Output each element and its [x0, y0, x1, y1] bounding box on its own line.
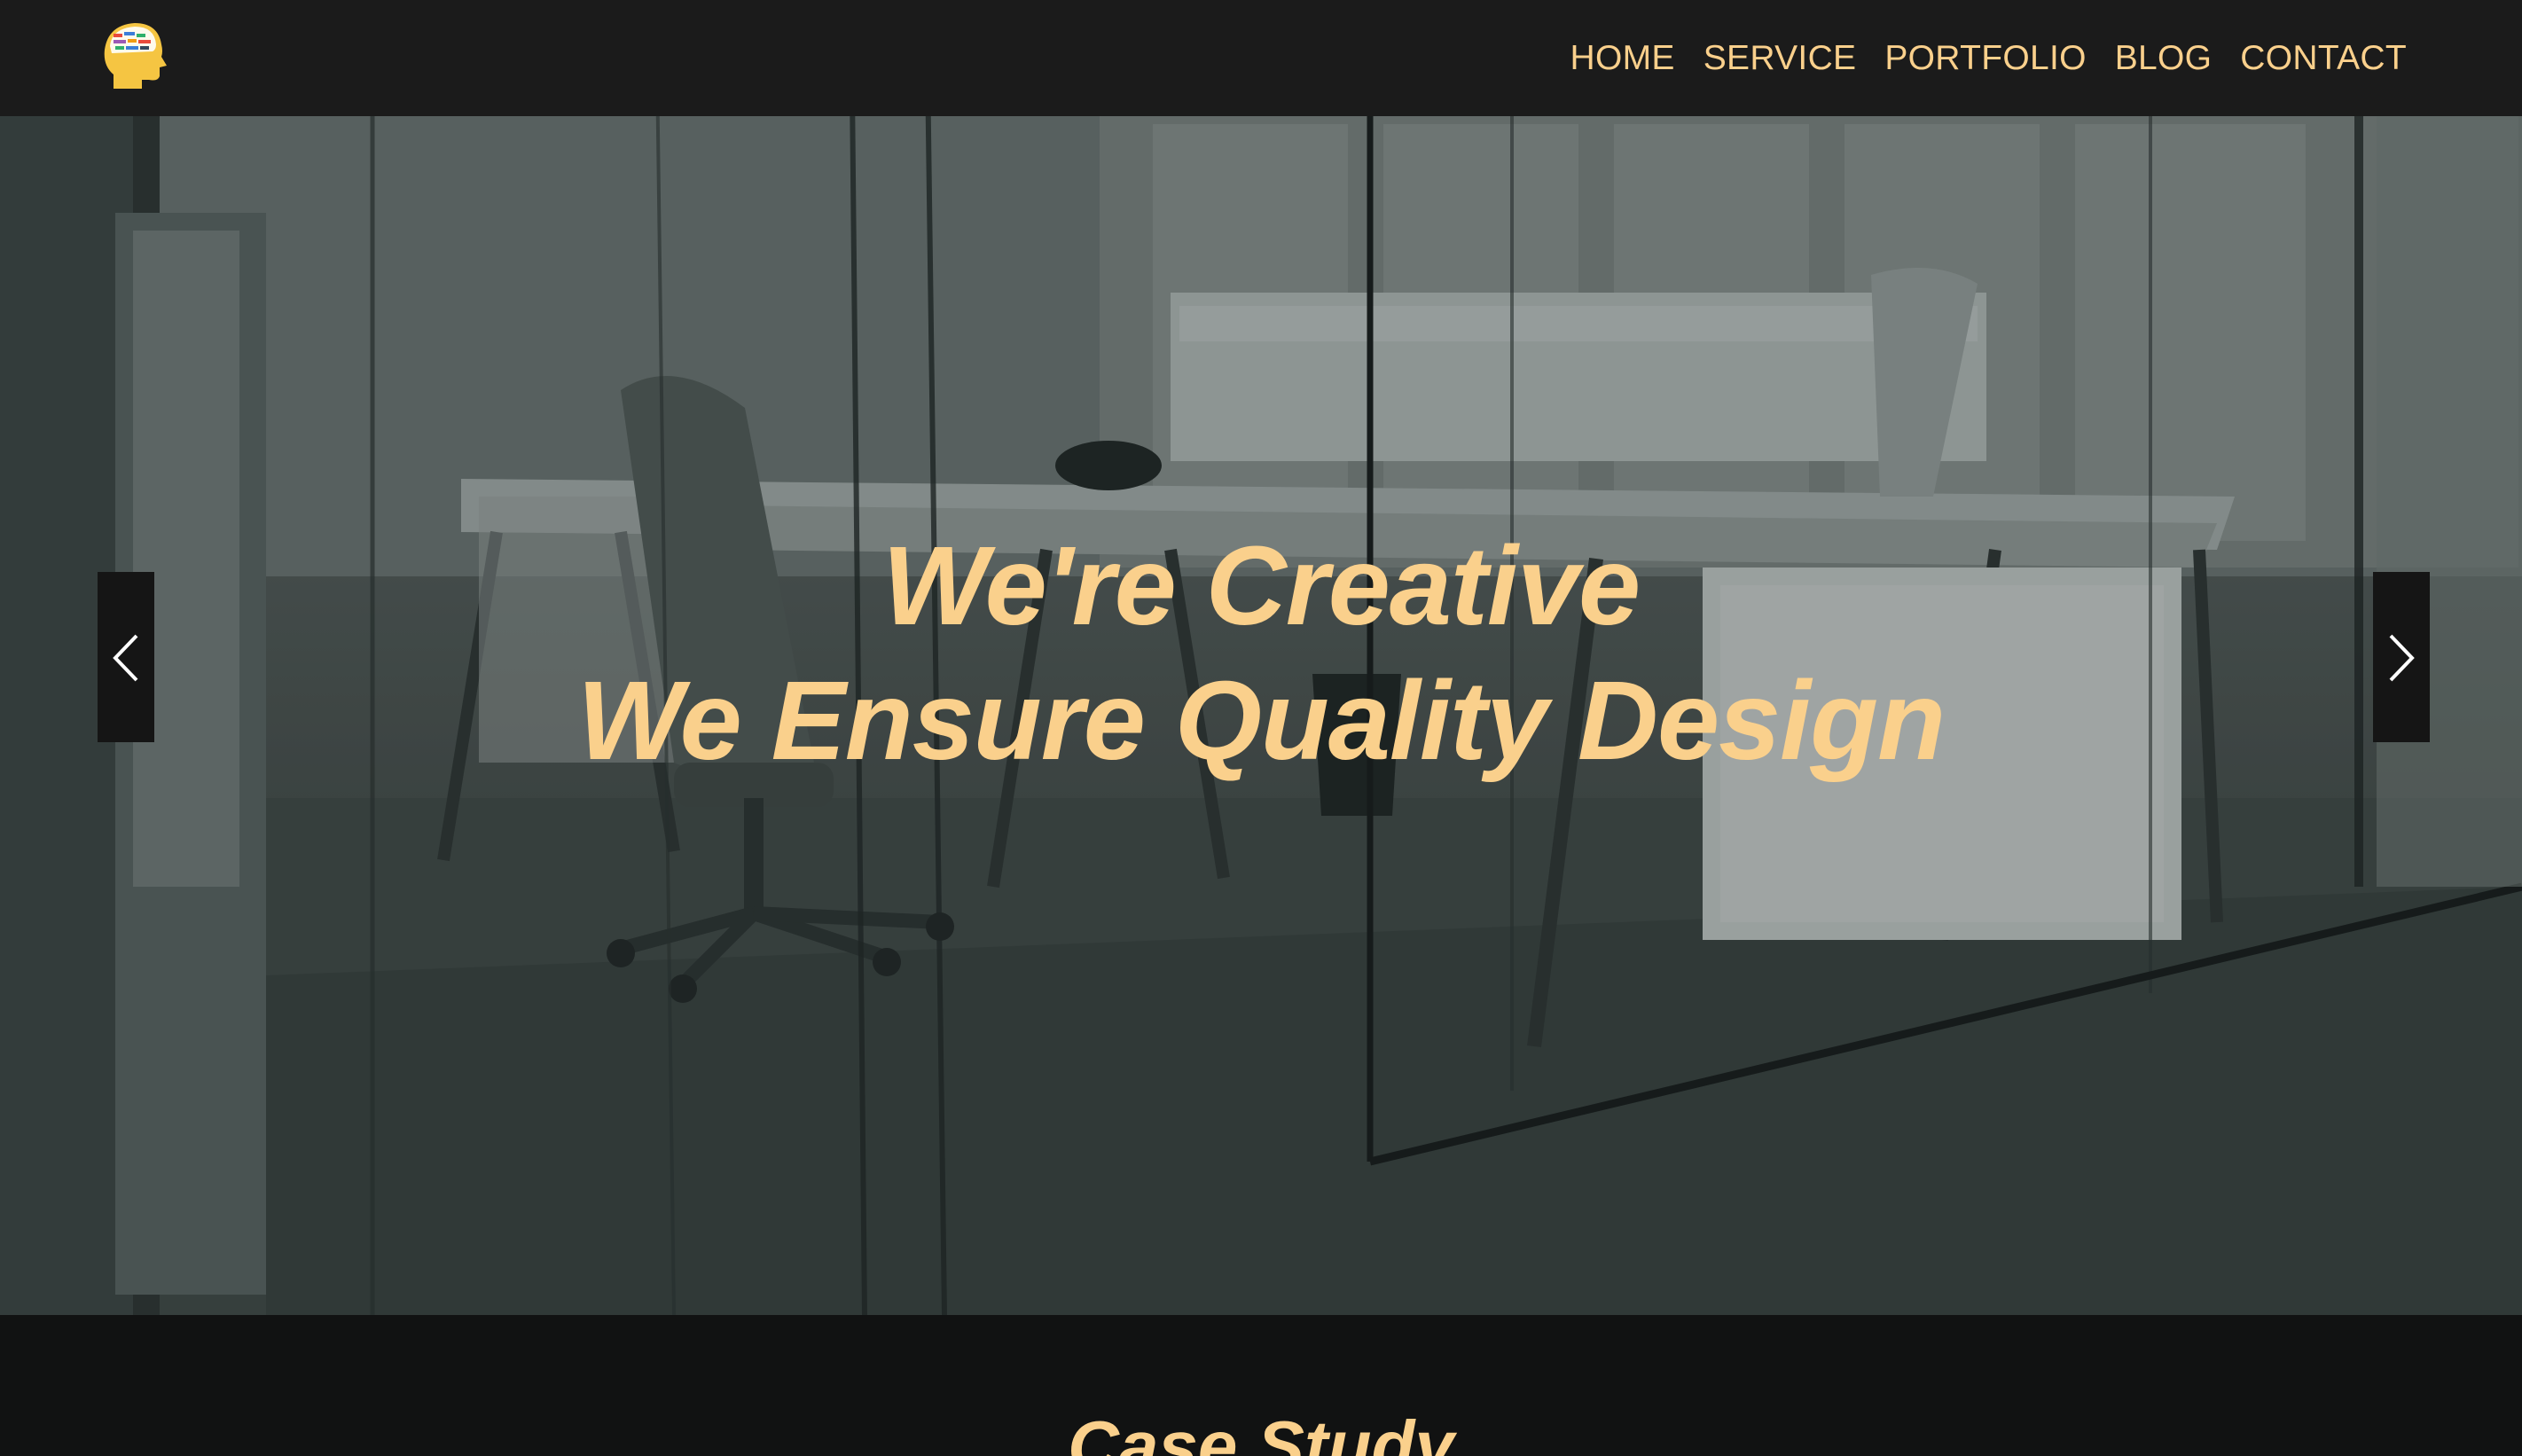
nav-item-portfolio[interactable]: PORTFOLIO: [1884, 39, 2086, 78]
hero-title-line-1: We're Creative: [881, 523, 1641, 648]
nav-item-home[interactable]: HOME: [1570, 39, 1675, 78]
chevron-left-icon: [113, 634, 138, 682]
slider-prev-button[interactable]: [98, 572, 154, 742]
case-study-title: Case Study: [1068, 1406, 1454, 1456]
top-navbar: HOME SERVICE PORTFOLIO BLOG CONTACT: [0, 0, 2522, 116]
nav-item-service[interactable]: SERVICE: [1704, 39, 1857, 78]
hero-headline: We're Creative We Ensure Quality Design: [0, 519, 2522, 788]
case-study-section: Case Study: [0, 1315, 2522, 1456]
nav-menu: HOME SERVICE PORTFOLIO BLOG CONTACT: [1542, 0, 2407, 116]
chevron-right-icon: [2389, 634, 2415, 682]
brain-head-logo[interactable]: [101, 20, 167, 96]
hero-slider: We're Creative We Ensure Quality Design: [0, 0, 2522, 1315]
nav-item-contact[interactable]: CONTACT: [2240, 39, 2407, 78]
page: We're Creative We Ensure Quality Design: [0, 0, 2522, 1456]
nav-item-blog[interactable]: BLOG: [2115, 39, 2213, 78]
brain-head-icon: [104, 23, 167, 89]
slider-next-button[interactable]: [2373, 572, 2430, 742]
hero-title-line-2: We Ensure Quality Design: [576, 658, 1946, 783]
